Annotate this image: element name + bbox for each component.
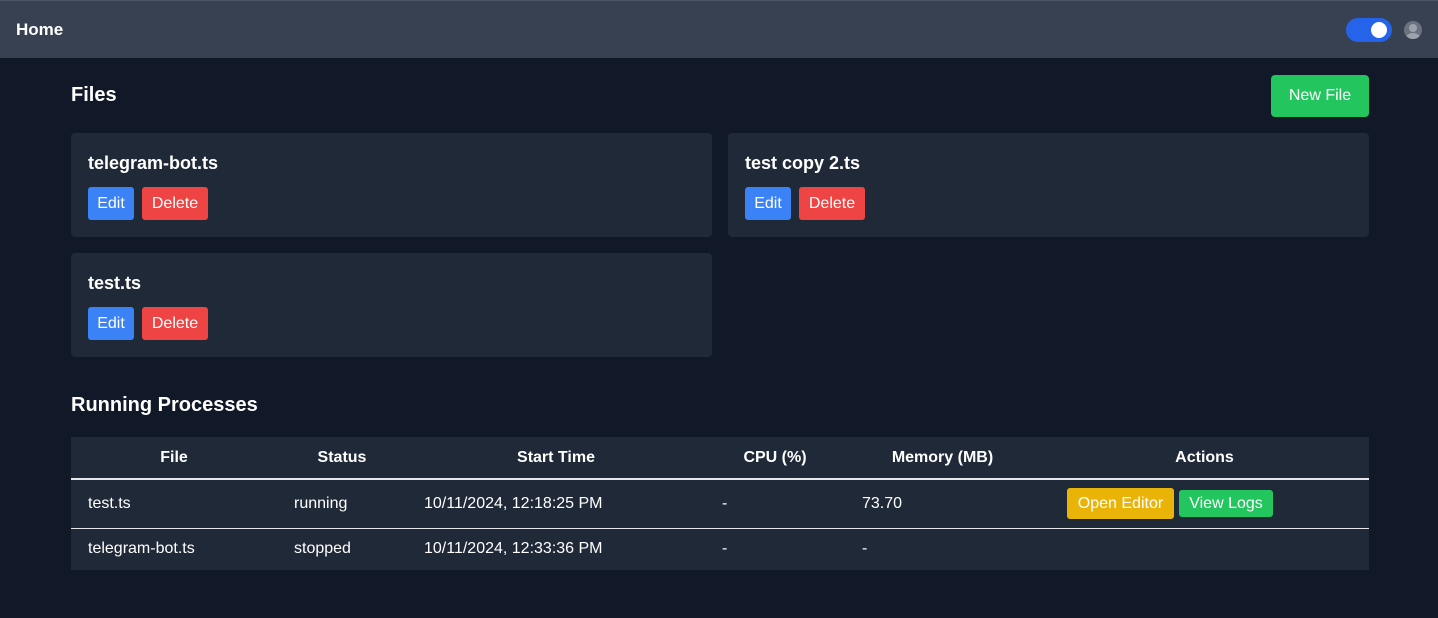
file-name: test copy 2.ts <box>745 153 861 173</box>
user-avatar-icon[interactable] <box>1404 20 1422 39</box>
header-actions: Actions <box>1040 437 1369 480</box>
cell-actions: Open Editor View Logs <box>1040 479 1369 529</box>
file-name: test.ts <box>88 273 142 293</box>
view-logs-button[interactable]: View Logs <box>1179 490 1273 518</box>
edit-button[interactable]: Edit <box>745 187 791 220</box>
cell-cpu: - <box>722 540 728 558</box>
file-card: test.ts Edit Delete <box>71 253 712 357</box>
edit-button[interactable]: Edit <box>88 307 134 340</box>
file-actions: Edit Delete <box>88 187 695 220</box>
open-editor-button[interactable]: Open Editor <box>1067 488 1174 520</box>
header-status: Status <box>277 437 407 480</box>
cell-status: stopped <box>294 540 351 558</box>
new-file-button[interactable]: New File <box>1271 75 1369 117</box>
cell-file: telegram-bot.ts <box>88 540 195 558</box>
cell-memory: - <box>862 540 868 558</box>
cell-start-time: 10/11/2024, 12:18:25 PM <box>407 479 705 529</box>
table-header-row: File Status Start Time CPU (%) Memory (M… <box>71 437 1369 480</box>
delete-button[interactable]: Delete <box>142 307 208 340</box>
theme-toggle[interactable] <box>1346 17 1392 42</box>
table-row: test.ts running 10/11/2024, 12:18:25 PM … <box>71 479 1369 529</box>
file-card: test copy 2.ts Edit Delete <box>728 133 1369 237</box>
cell-cpu: - <box>705 479 845 529</box>
processes-table: File Status Start Time CPU (%) Memory (M… <box>71 437 1369 570</box>
cell-memory: 73.70 <box>845 479 1040 529</box>
cell-status: running <box>277 479 407 529</box>
processes-heading: Running Processes <box>71 394 258 416</box>
header-memory: Memory (MB) <box>845 437 1040 480</box>
delete-button[interactable]: Delete <box>799 187 865 220</box>
header-cpu: CPU (%) <box>705 437 845 480</box>
top-navbar: Home <box>0 0 1438 58</box>
avatar-head <box>1409 23 1417 32</box>
cell-file: test.ts <box>71 479 277 529</box>
file-name: telegram-bot.ts <box>88 153 219 173</box>
delete-button[interactable]: Delete <box>142 187 208 220</box>
file-actions: Edit Delete <box>745 187 1352 220</box>
cell-start-time: 10/11/2024, 12:33:36 PM <box>424 540 603 558</box>
file-card: telegram-bot.ts Edit Delete <box>71 133 712 237</box>
toggle-knob <box>1371 21 1387 38</box>
avatar-body <box>1406 32 1420 39</box>
header-file: File <box>71 437 277 480</box>
header-start-time: Start Time <box>407 437 705 480</box>
files-heading: Files <box>71 84 117 106</box>
table-row: telegram-bot.ts stopped 10/11/2024, 12:3… <box>71 528 1369 570</box>
topbar-actions <box>1346 17 1422 42</box>
file-actions: Edit Delete <box>88 307 695 340</box>
cell-actions <box>1040 528 1369 570</box>
edit-button[interactable]: Edit <box>88 187 134 220</box>
home-link[interactable]: Home <box>16 20 63 40</box>
